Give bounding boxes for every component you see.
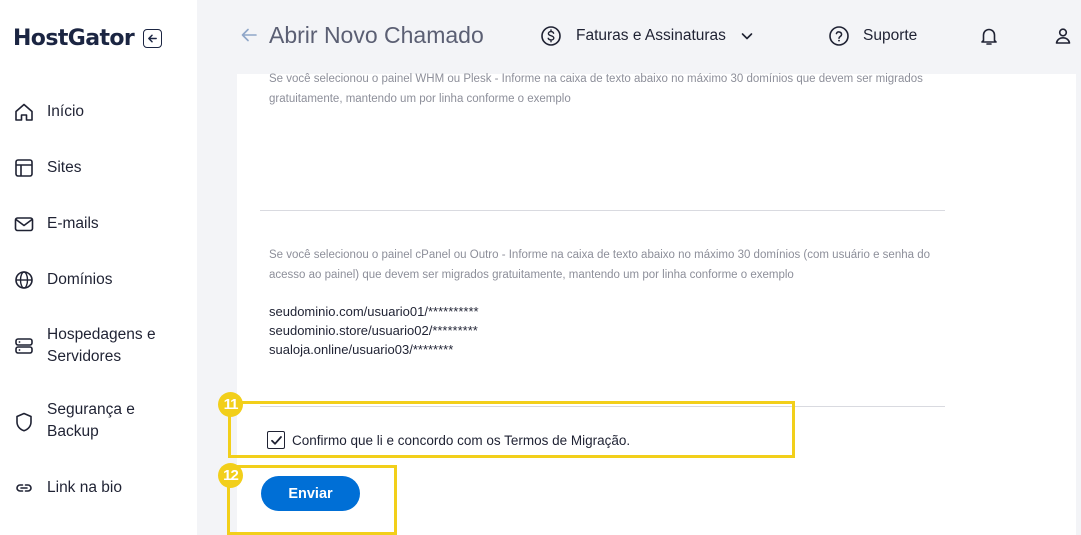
textarea-domains-whm[interactable] [260, 210, 945, 211]
example-line: seudominio.com/usuario01/********** [269, 304, 479, 319]
user-icon[interactable] [1052, 25, 1074, 52]
sidebar-item-label: Hospedagens e Servidores [47, 326, 156, 365]
chevron-down-icon [741, 33, 753, 40]
sidebar-item-label: E-mails [47, 215, 99, 232]
dollar-circle-icon [541, 26, 561, 46]
helper-text-cpanel: Se você selecionou o painel cPanel ou Ou… [269, 249, 930, 281]
collapse-sidebar-button[interactable] [143, 29, 163, 48]
step-marker: 11 [218, 392, 243, 417]
support-label: Suporte [863, 27, 918, 44]
example-line: seudominio.store/usuario02/********* [269, 323, 478, 338]
support-button[interactable]: Suporte [828, 25, 917, 47]
highlight-box-terms [228, 401, 795, 458]
sidebar-item-sites[interactable]: Sites [13, 157, 81, 179]
page-title: Abrir Novo Chamado [269, 22, 484, 48]
sidebar-item-label: Segurança e Backup [47, 401, 135, 440]
helper-text-whm-plesk: Se você selecionou o painel WHM ou Plesk… [269, 73, 923, 105]
billing-label: Faturas e Assinaturas [576, 27, 726, 44]
server-icon [13, 335, 35, 357]
sidebar-item-seguranca[interactable]: Segurança e Backup [13, 399, 167, 443]
home-icon [13, 101, 35, 123]
sidebar: HostGator Início Sites E-mails Domínios … [0, 0, 197, 535]
sidebar-item-link-na-bio[interactable]: Link na bio [13, 477, 122, 499]
sidebar-item-emails[interactable]: E-mails [13, 213, 99, 235]
sidebar-item-label: Domínios [47, 271, 113, 288]
sidebar-item-inicio[interactable]: Início [13, 101, 84, 123]
shield-icon [13, 411, 35, 433]
mail-icon [13, 213, 35, 235]
link-icon [13, 477, 35, 499]
bell-icon[interactable] [978, 25, 1000, 52]
sidebar-item-label: Link na bio [47, 479, 122, 496]
example-line: sualoja.online/usuario03/******** [269, 342, 454, 357]
top-header: Abrir Novo Chamado Faturas e Assinaturas… [197, 0, 1081, 74]
arrow-left-icon [148, 34, 158, 43]
highlight-box-submit [227, 465, 397, 535]
sidebar-item-dominios[interactable]: Domínios [13, 269, 112, 291]
logo-row: HostGator [13, 26, 163, 51]
sidebar-item-hospedagens[interactable]: Hospedagens e Servidores [13, 324, 177, 368]
help-circle-icon [829, 26, 849, 46]
sidebar-item-label: Início [47, 103, 85, 120]
back-arrow-icon[interactable] [240, 26, 258, 49]
hostgator-logo[interactable]: HostGator [13, 26, 135, 51]
domains-example[interactable]: seudominio.com/usuario01/********** seud… [269, 302, 479, 359]
layout-icon [13, 157, 35, 179]
globe-icon [13, 269, 35, 291]
sidebar-item-label: Sites [47, 159, 82, 176]
step-marker: 12 [218, 463, 243, 488]
billing-menu-button[interactable]: Faturas e Assinaturas [540, 25, 754, 47]
